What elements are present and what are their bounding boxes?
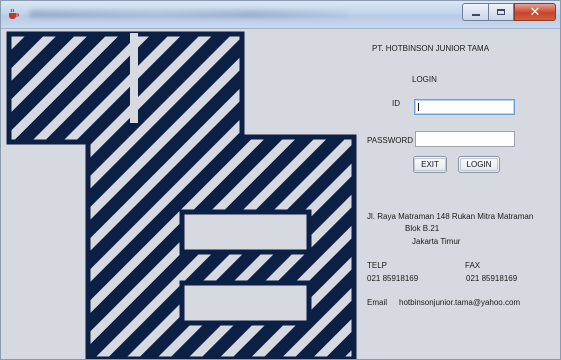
fax-value: 021 85918169 bbox=[466, 274, 518, 283]
company-name: PT. HOTBINSON JUNIOR TAMA bbox=[372, 44, 490, 53]
email-label: Email bbox=[367, 298, 388, 307]
java-cup-icon bbox=[9, 8, 19, 19]
email-value: hotbinsonjunior.tama@yahoo.com bbox=[399, 298, 521, 307]
id-input[interactable] bbox=[414, 99, 515, 115]
logo-gap bbox=[130, 33, 138, 123]
address-line-2: Blok B.21 bbox=[405, 224, 440, 233]
login-button[interactable]: LOGIN bbox=[458, 156, 500, 173]
maximize-button[interactable] bbox=[488, 3, 514, 21]
login-button-label: LOGIN bbox=[459, 158, 499, 171]
address-line-3: Jakarta Timur bbox=[412, 237, 461, 246]
password-input[interactable] bbox=[415, 131, 515, 147]
login-heading: LOGIN bbox=[412, 75, 437, 84]
window-title-obscured bbox=[29, 10, 349, 18]
exit-button-label: EXIT bbox=[414, 158, 446, 171]
window-content: PT. HOTBINSON JUNIOR TAMA LOGIN ID PASSW… bbox=[1, 29, 560, 359]
minimize-button[interactable] bbox=[462, 3, 488, 21]
title-bar[interactable]: ✕ bbox=[1, 1, 560, 29]
close-button[interactable]: ✕ bbox=[514, 3, 556, 21]
login-window: ✕ PT. HOTBINSON JUNIOR TAMA LOGIN ID PAS… bbox=[0, 0, 561, 360]
minimize-icon bbox=[471, 14, 480, 16]
address-line-1: Jl. Raya Matraman 148 Rukan Mitra Matram… bbox=[367, 212, 534, 221]
telp-label: TELP bbox=[367, 261, 388, 270]
exit-button[interactable]: EXIT bbox=[413, 156, 447, 173]
id-label: ID bbox=[392, 99, 400, 108]
logo-bar-bottom bbox=[179, 280, 312, 326]
password-label: PASSWORD bbox=[367, 136, 414, 145]
fax-label: FAX bbox=[465, 261, 481, 270]
telp-value: 021 85918169 bbox=[367, 274, 419, 283]
logo-bar-top bbox=[179, 209, 312, 255]
text-caret bbox=[418, 103, 419, 111]
company-logo bbox=[6, 31, 357, 359]
close-icon: ✕ bbox=[529, 4, 541, 20]
window-controls: ✕ bbox=[462, 3, 556, 22]
maximize-icon bbox=[497, 9, 505, 15]
